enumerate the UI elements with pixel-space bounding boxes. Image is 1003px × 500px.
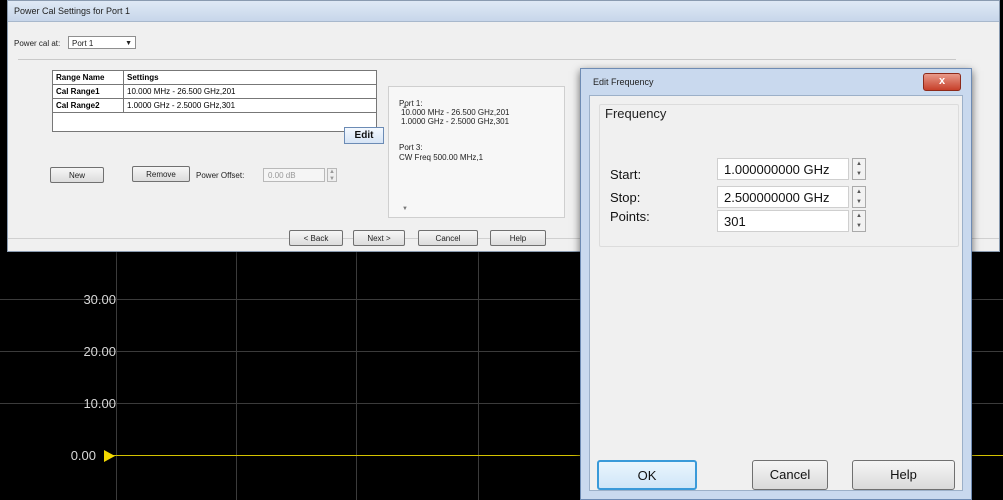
summary-line: CW Freq 500.00 MHz,1 xyxy=(399,153,484,162)
summary-line: Port 3: xyxy=(399,143,423,152)
start-label: Start: xyxy=(610,167,642,182)
new-range-button[interactable]: New xyxy=(50,167,104,183)
start-frequency-input[interactable]: 1.000000000 GHz xyxy=(717,158,849,180)
power-offset-spinner[interactable]: ▲ ▼ xyxy=(327,168,337,182)
cancel-button[interactable]: Cancel xyxy=(752,460,828,490)
range-name-cell[interactable]: Cal Range1 xyxy=(52,84,124,99)
grid-line xyxy=(116,248,117,500)
reference-marker-icon[interactable] xyxy=(104,450,115,462)
grid-line xyxy=(478,248,479,500)
start-spinner[interactable]: ▲ ▼ xyxy=(852,158,866,180)
stop-spinner[interactable]: ▲ ▼ xyxy=(852,186,866,208)
close-button[interactable]: x xyxy=(923,73,961,91)
range-summary-panel: Port 1: 10.000 MHz - 26.500 GHz,201 1.00… xyxy=(388,86,565,218)
cancel-button[interactable]: Cancel xyxy=(418,230,478,246)
table-header-row: Range Name Settings xyxy=(52,70,377,85)
back-button[interactable]: < Back xyxy=(289,230,343,246)
dialog-title: Power Cal Settings for Port 1 xyxy=(8,1,999,22)
edit-range-button[interactable]: Edit xyxy=(344,127,384,144)
column-header: Range Name xyxy=(52,70,124,85)
stop-label: Stop: xyxy=(610,190,641,205)
power-cal-port-select[interactable]: Port 1 ▼ xyxy=(68,36,136,49)
stop-frequency-input[interactable]: 2.500000000 GHz xyxy=(717,186,849,208)
scroll-down-icon[interactable]: ▼ xyxy=(402,206,408,212)
table-row[interactable] xyxy=(52,112,377,132)
y-axis-label: 20.00 xyxy=(83,344,116,359)
dialog-title: Edit Frequency xyxy=(593,77,654,87)
edit-frequency-dialog: Edit Frequency x Frequency Start: 1.0000… xyxy=(580,68,972,500)
power-offset-input[interactable]: 0.00 dB xyxy=(263,168,325,182)
y-axis-label: 10.00 xyxy=(83,396,116,411)
frequency-group-label: Frequency xyxy=(605,106,667,121)
grid-line xyxy=(356,248,357,500)
y-axis-label: 30.00 xyxy=(83,292,116,307)
range-name-cell[interactable]: Cal Range2 xyxy=(52,98,124,113)
column-header: Settings xyxy=(123,70,377,85)
dialog-body: Frequency Start: 1.000000000 GHz ▲ ▼ Stop… xyxy=(589,95,963,491)
power-cal-at-label: Power cal at: xyxy=(14,39,61,48)
scroll-up-icon[interactable]: ▲ xyxy=(402,104,408,110)
summary-line: 1.0000 GHz - 2.5000 GHz,301 xyxy=(401,117,510,126)
chevron-down-icon: ▼ xyxy=(125,40,132,47)
y-axis-label: 0.00 xyxy=(70,448,96,463)
power-cal-port-value: Port 1 xyxy=(72,39,94,48)
grid-line xyxy=(236,248,237,500)
table-row[interactable]: Cal Range2 1.0000 GHz - 2.5000 GHz,301 xyxy=(52,98,377,113)
next-button[interactable]: Next > xyxy=(353,230,405,246)
remove-range-button[interactable]: Remove xyxy=(132,166,190,182)
cal-range-table: Range Name Settings Cal Range1 10.000 MH… xyxy=(52,70,377,132)
range-settings-cell[interactable]: 10.000 MHz - 26.500 GHz,201 xyxy=(123,84,377,99)
ok-button[interactable]: OK xyxy=(597,460,697,490)
table-row[interactable]: Cal Range1 10.000 MHz - 26.500 GHz,201 xyxy=(52,84,377,99)
power-offset-label: Power Offset: xyxy=(196,171,245,180)
points-input[interactable]: 301 xyxy=(717,210,849,232)
help-button[interactable]: Help xyxy=(852,460,955,490)
empty-row-cell[interactable] xyxy=(52,112,377,132)
points-spinner[interactable]: ▲ ▼ xyxy=(852,210,866,232)
range-settings-cell[interactable]: 1.0000 GHz - 2.5000 GHz,301 xyxy=(123,98,377,113)
help-button[interactable]: Help xyxy=(490,230,546,246)
points-label: Points: xyxy=(610,209,650,224)
